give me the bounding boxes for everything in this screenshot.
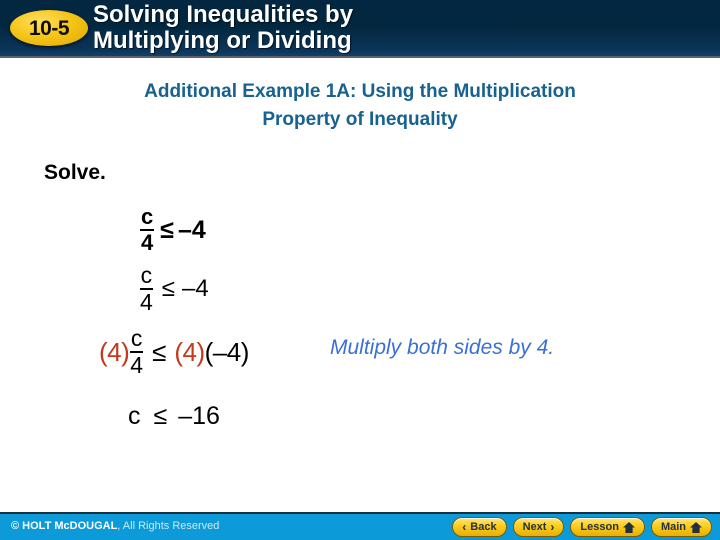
right-hand-side: –4 [177,215,206,244]
inequality-operator: ≤ [161,275,175,302]
inequality-operator: ≤ [160,215,174,244]
chevron-right-icon: › [550,520,555,534]
title-banner: 10-5 Solving Inequalities by Multiplying… [0,0,720,58]
back-button-label: Back [470,520,497,533]
right-multiplier: (4) [174,336,205,367]
inequality-operator: ≤ [152,336,167,367]
fraction-c-over-4: c 4 [140,204,155,255]
lesson-number-badge: 10-5 [10,10,88,46]
home-icon [690,521,702,533]
next-button-label: Next [522,520,547,533]
right-hand-side: –4 [181,275,209,302]
home-icon [622,521,635,533]
step-annotation: Multiply both sides by 4. [330,336,555,359]
lesson-title-line-1: Solving Inequalities by [93,1,354,28]
inequality-operator: ≤ [153,402,168,430]
lesson-title-line-2: Multiplying or Dividing [93,27,352,54]
lesson-number-text: 10-5 [28,16,70,40]
equation-step-4: c ≤ –16 [128,402,220,431]
next-button[interactable]: Next › [512,517,565,537]
equation-step-3: (4) c 4 ≤ (4) (–4) [99,327,249,377]
example-heading-line-1: Additional Example 1A: Using the Multipl… [144,81,576,102]
fraction-numerator: c [129,325,144,353]
navigation-buttons: ‹ Back Next › Lesson Main [452,517,712,537]
example-heading-line-2: Property of Inequality [262,109,458,130]
lesson-button[interactable]: Lesson [570,517,645,537]
fraction-denominator: 4 [130,352,144,378]
footer-bar: © HOLT McDOUGAL, All Rights Reserved ‹ B… [0,512,720,540]
copyright-rights: , All Rights Reserved [117,520,220,532]
fraction-c-over-4: c 4 [139,264,154,314]
solve-label: Solve. [44,161,106,184]
lesson-title: Solving Inequalities by Multiplying or D… [93,2,713,54]
copyright-holder: © HOLT McDOUGAL [11,520,118,532]
main-button-label: Main [660,520,686,533]
fraction-denominator: 4 [140,289,153,315]
example-heading: Additional Example 1A: Using the Multipl… [30,78,690,134]
equation-step-2: c 4 ≤ –4 [139,264,209,314]
fraction-numerator: c [139,262,154,290]
solution-value: –16 [178,402,220,430]
equation-step-1: c 4 ≤ –4 [140,206,206,254]
right-hand-side: (–4) [204,336,250,367]
back-button[interactable]: ‹ Back [452,517,507,537]
left-multiplier: (4) [99,336,130,367]
lesson-button-label: Lesson [580,520,619,533]
fraction-numerator: c [140,204,155,231]
chevron-left-icon: ‹ [462,520,467,534]
main-button[interactable]: Main [650,517,712,537]
fraction-denominator: 4 [141,230,154,255]
solution-variable: c [128,402,141,430]
copyright-text: © HOLT McDOUGAL, All Rights Reserved [11,520,219,532]
fraction-c-over-4: c 4 [129,327,144,377]
